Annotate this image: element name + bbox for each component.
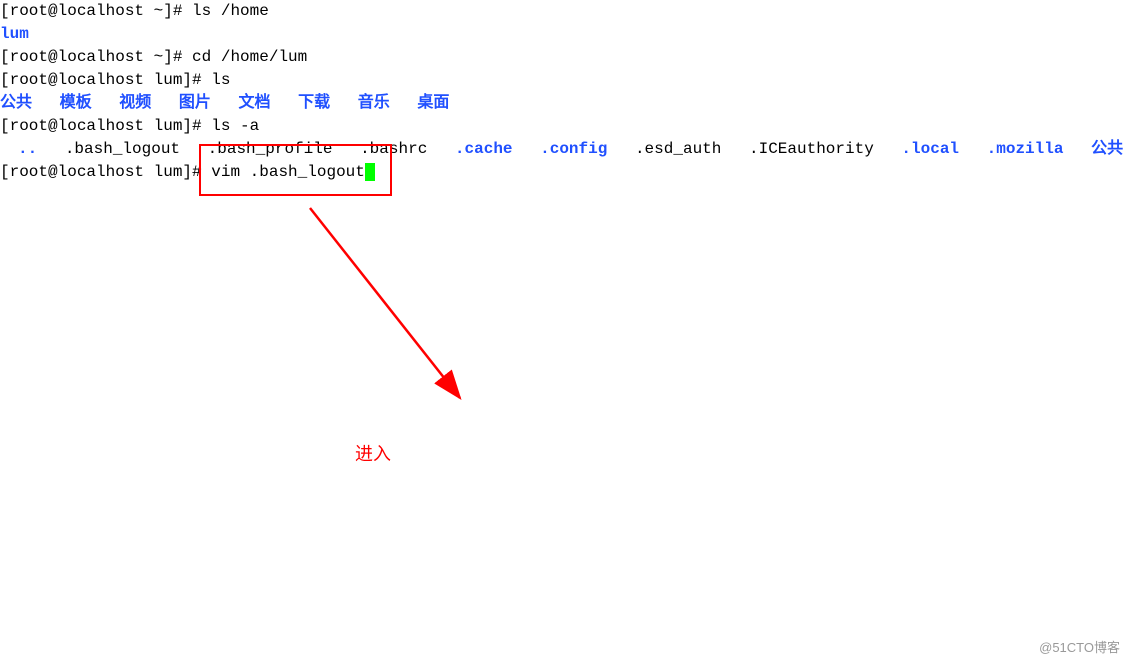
command-text: ls -a [202,117,260,135]
dir-videos: 视频 [119,94,151,112]
dir-cache: .cache [455,140,513,158]
prompt: [root@localhost lum]# [0,117,202,135]
arrow-icon [300,198,480,418]
annotation-enter: 进入 [355,440,391,466]
dir-lum: lum [0,25,29,43]
file-bash-logout: .bash_logout [65,140,180,158]
dir-templates: 模板 [60,94,92,112]
line-4: [root@localhost lum]# ls [0,69,1132,92]
dir-public: 公共 [0,94,32,112]
command-text: cd /home/lum [182,48,307,66]
prompt: [root@localhost ~]# [0,48,182,66]
prompt: [root@localhost ~]# [0,2,182,20]
dir-desktop: 桌面 [417,94,449,112]
dir-documents: 文档 [239,94,271,112]
line-6: [root@localhost lum]# ls -a [0,115,1132,138]
command-text: ls /home [182,2,268,20]
line-3: [root@localhost ~]# cd /home/lum [0,46,1132,69]
command-text: vim .bash_logout [202,163,365,181]
line-7-ls-a: . .. .bash_logout .bash_profile .bashrc … [0,138,1132,161]
dir-public-2: 公共 [1091,140,1123,158]
line-1: [root@localhost ~]# ls /home [0,0,1132,23]
dir-music: 音乐 [358,94,390,112]
line-8: [root@localhost lum]# vim .bash_logout [0,161,1132,184]
file-bash-profile: .bash_profile [208,140,333,158]
dir-downloads: 下载 [298,94,330,112]
file-esd-auth: .esd_auth [635,140,721,158]
watermark: @51CTO博客 [1039,637,1120,656]
prompt: [root@localhost lum]# [0,163,202,181]
file-bashrc: .bashrc [360,140,427,158]
dir-config: .config [540,140,607,158]
file-iceauthority: .ICEauthority [749,140,874,158]
dir-pictures: 图片 [179,94,211,112]
terminal-output[interactable]: [root@localhost ~]# ls /home lum [root@l… [0,0,1132,184]
command-text: ls [202,71,231,89]
cursor-icon [365,163,375,181]
line-5-cn-dirs: 公共 模板 视频 图片 文档 下载 音乐 桌面 [0,92,1132,115]
dir-local: .local [901,140,959,158]
line-2: lum [0,23,1132,46]
prompt: [root@localhost lum]# [0,71,202,89]
dir-mozilla: .mozilla [987,140,1064,158]
dir-dotdot: .. [18,140,37,158]
